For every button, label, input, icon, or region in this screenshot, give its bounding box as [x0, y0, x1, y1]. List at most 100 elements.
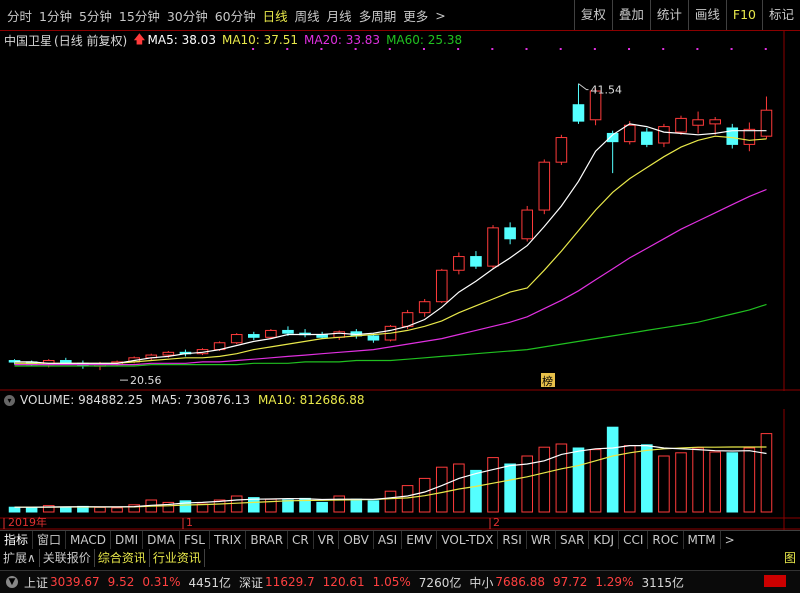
- kline-chart[interactable]: 41.54 20.56 榜 2019年 1 2: [0, 30, 800, 530]
- candle: [470, 251, 482, 269]
- indicator-tab-11[interactable]: ASI: [374, 531, 403, 549]
- zx-name: 中小: [469, 575, 494, 590]
- volume-bar: [658, 455, 670, 513]
- sh-value: 3039.67: [50, 575, 100, 589]
- volume-bar: [25, 507, 38, 513]
- volume-ma5: MA5: 730876.13: [151, 393, 250, 407]
- indicator-tab-13[interactable]: VOL-TDX: [437, 531, 499, 549]
- sub-tab-1[interactable]: 关联报价: [40, 549, 95, 567]
- toolbar-btn-5[interactable]: 标记: [761, 0, 800, 30]
- zx-change: 97.72: [552, 575, 588, 589]
- period-5[interactable]: 60分钟: [215, 6, 256, 25]
- candle-body: [265, 329, 277, 338]
- corner-label[interactable]: 图: [784, 549, 796, 567]
- volume-bar: [470, 469, 482, 513]
- period-9[interactable]: 多周期: [359, 6, 397, 25]
- indicator-tab-17[interactable]: KDJ: [589, 531, 620, 549]
- rank-badge: 榜: [541, 373, 555, 388]
- indicator-tab-5[interactable]: FSL: [180, 531, 210, 549]
- candle: [760, 96, 773, 139]
- toolbar-btn-4[interactable]: F10: [725, 0, 762, 30]
- period-7[interactable]: 周线: [295, 6, 320, 25]
- period-2[interactable]: 5分钟: [79, 6, 112, 25]
- time-label-m2: 2: [493, 516, 500, 529]
- candle: [230, 333, 243, 345]
- event-dot: [593, 48, 596, 50]
- volume-bar: [623, 445, 636, 513]
- event-markers: [252, 48, 767, 50]
- indicator-tab-15[interactable]: WR: [527, 531, 557, 549]
- indicator-tab-12[interactable]: EMV: [402, 531, 438, 549]
- indicator-tab-20[interactable]: MTM: [684, 531, 721, 549]
- sub-tabs: 扩展∧ 关联报价 综合资讯 行业资讯 图: [0, 549, 800, 567]
- indicator-tab-16[interactable]: SAR: [556, 531, 590, 549]
- indicator-tabs: 指标 窗口 MACD DMI DMA FSL TRIX BRAR CR VR OBV ASI EMV VO…: [0, 530, 800, 549]
- sz-amount: 7260亿: [418, 575, 462, 590]
- zx-percent: 1.29%: [595, 575, 634, 589]
- event-dot: [764, 48, 767, 50]
- status-indicator-icon[interactable]: [764, 575, 786, 587]
- candle-body: [282, 329, 294, 334]
- event-dot: [559, 48, 562, 50]
- indicator-tab-0[interactable]: 指标: [0, 531, 34, 549]
- toolbar-btn-3[interactable]: 画线: [687, 0, 726, 30]
- candle-body: [692, 119, 704, 126]
- sub-tab-0[interactable]: 扩展∧: [0, 549, 40, 567]
- period-8[interactable]: 月线: [327, 6, 352, 25]
- sub-tab-2[interactable]: 综合资讯: [95, 549, 150, 567]
- candle: [641, 127, 653, 148]
- period-toolbar: 分时 1分钟 5分钟 15分钟 30分钟 60分钟 日线 周线 月线 多周期 更多 > 复权 叠加 统计画…: [0, 0, 800, 31]
- volume-bar: [111, 507, 123, 513]
- candle: [675, 115, 687, 135]
- period-6[interactable]: 日线: [263, 6, 288, 25]
- indicator-tab-18[interactable]: CCI: [619, 531, 649, 549]
- candle: [504, 222, 516, 245]
- high-pointer: [578, 83, 589, 91]
- volume-bar: [538, 446, 551, 513]
- candle-body: [743, 128, 756, 145]
- indicator-tab-9[interactable]: VR: [314, 531, 340, 549]
- indicator-tab-3[interactable]: DMI: [111, 531, 144, 549]
- indicator-tab-7[interactable]: BRAR: [246, 531, 289, 549]
- toolbar-btn-1[interactable]: 叠加: [611, 0, 650, 30]
- candle: [709, 117, 721, 135]
- candle-body: [709, 119, 721, 125]
- sh-change: 9.52: [107, 575, 135, 589]
- period-1[interactable]: 1分钟: [39, 6, 72, 25]
- more-arrow-icon[interactable]: >: [435, 8, 445, 23]
- period-4[interactable]: 30分钟: [167, 6, 208, 25]
- candle-body: [487, 227, 499, 267]
- period-0[interactable]: 分时: [7, 6, 32, 25]
- indicator-tab-8[interactable]: CR: [288, 531, 314, 549]
- indicator-tab-2[interactable]: MACD: [66, 531, 112, 549]
- indicator-tab-6[interactable]: TRIX: [210, 531, 247, 549]
- indicator-tab-10[interactable]: OBV: [339, 531, 374, 549]
- event-dot: [286, 48, 289, 50]
- settings-icon[interactable]: ▾: [4, 394, 15, 406]
- volume-bar: [435, 466, 448, 513]
- candle-body: [453, 256, 465, 271]
- candle-body: [521, 209, 534, 240]
- volume-bar: [401, 485, 414, 513]
- down-icon[interactable]: ▼: [6, 576, 18, 588]
- indicator-tab-1[interactable]: 窗口: [33, 531, 67, 549]
- event-dot: [696, 48, 699, 50]
- volume-bar: [60, 506, 72, 513]
- candle-body: [247, 334, 260, 338]
- indicator-more-icon[interactable]: >: [721, 531, 739, 549]
- candle-body: [572, 104, 585, 122]
- volume-bar: [282, 499, 294, 513]
- candle-body: [675, 117, 687, 133]
- indicator-tab-4[interactable]: DMA: [143, 531, 180, 549]
- toolbar-btn-0[interactable]: 复权: [573, 0, 612, 30]
- toolbar-right: 复权 叠加 统计 画线 F10 标记: [573, 0, 800, 30]
- volume-bar: [743, 447, 756, 513]
- volume-bar: [316, 501, 328, 513]
- toolbar-btn-2[interactable]: 统计: [649, 0, 688, 30]
- indicator-tab-14[interactable]: RSI: [498, 531, 527, 549]
- volume-ma5-line: [14, 445, 767, 508]
- sub-tab-3[interactable]: 行业资讯: [150, 549, 205, 567]
- indicator-tab-19[interactable]: ROC: [648, 531, 684, 549]
- period-3[interactable]: 15分钟: [119, 6, 160, 25]
- period-10[interactable]: 更多: [403, 6, 428, 25]
